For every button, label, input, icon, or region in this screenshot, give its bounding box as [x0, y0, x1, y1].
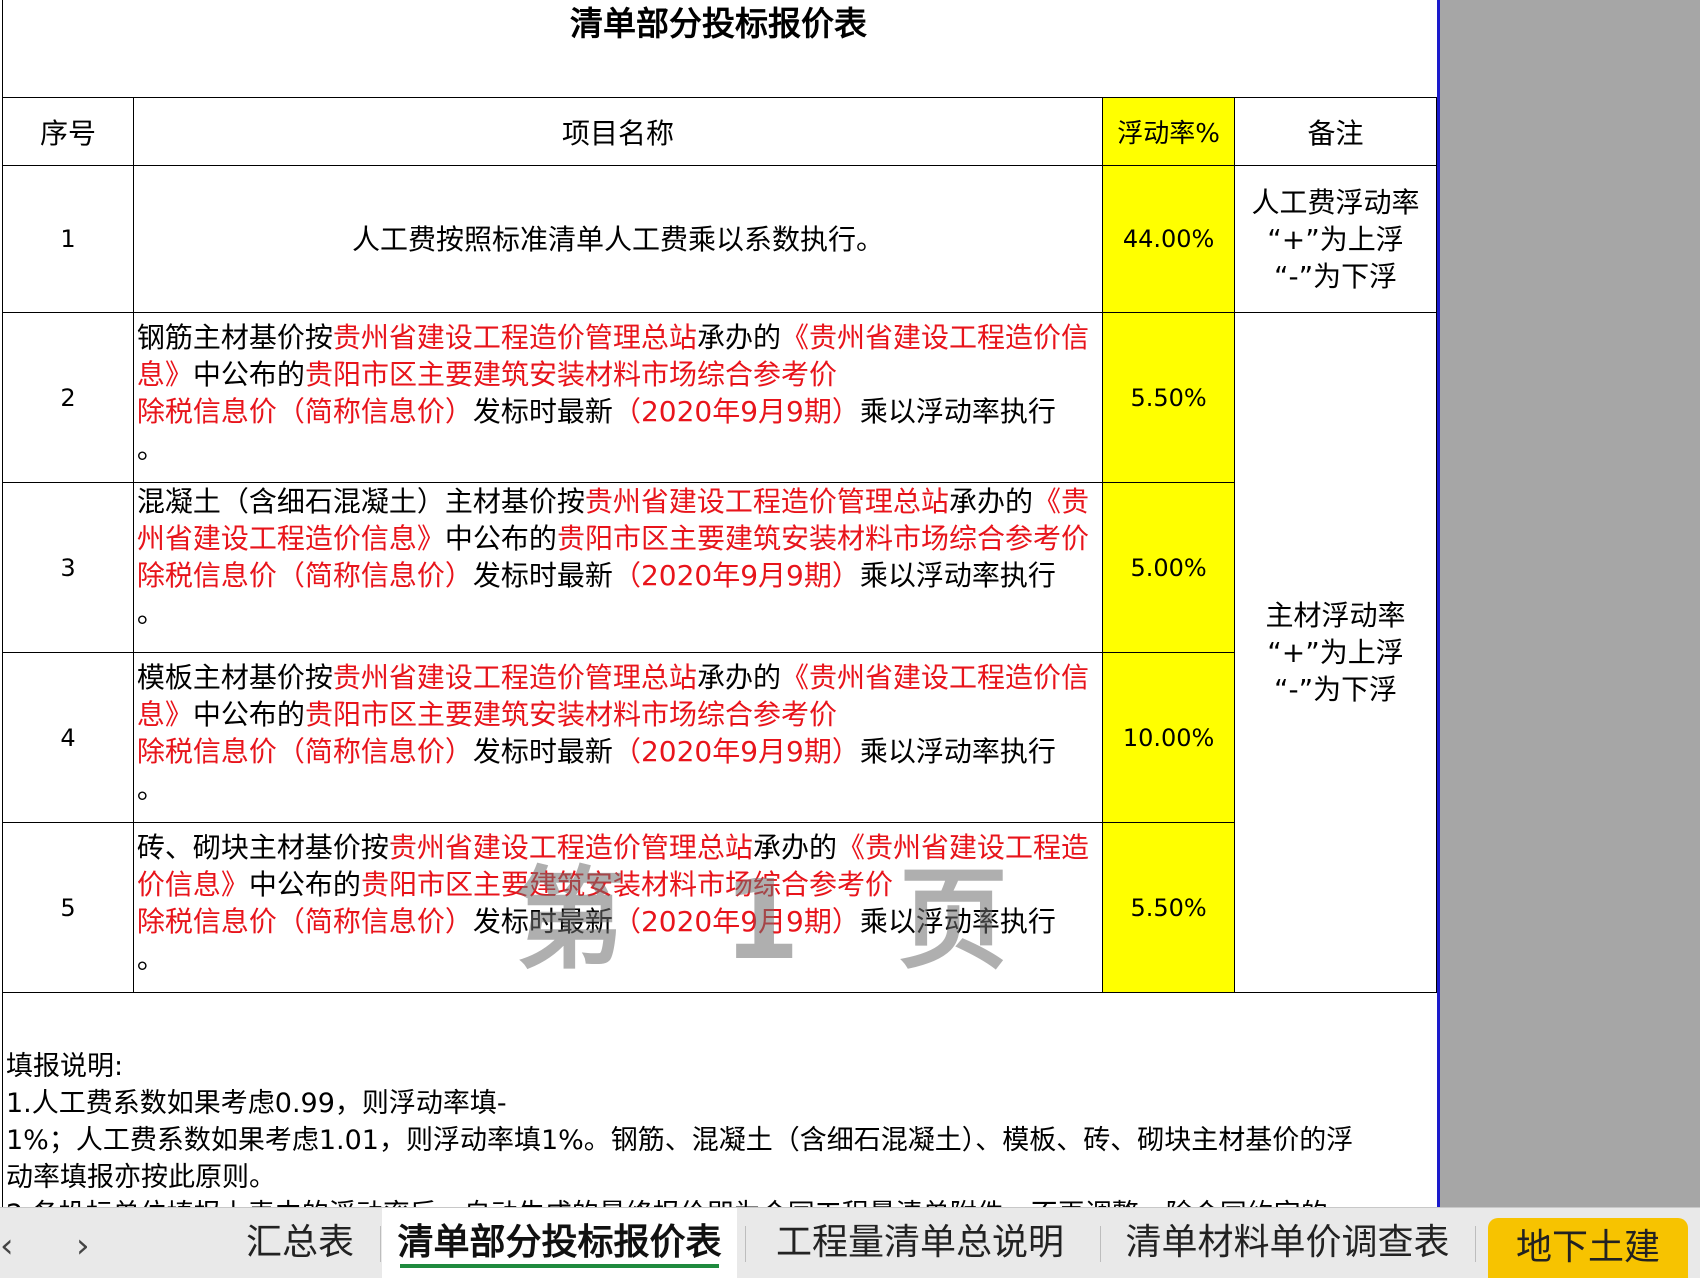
- tab-divider: [745, 1226, 746, 1262]
- highlight-text: 贵州省建设工程造价管理总站: [388, 831, 753, 864]
- body-text: 中公布的: [248, 868, 361, 901]
- body-text: 乘以浮动率执行: [859, 395, 1056, 428]
- spreadsheet-page: 清单部分投标报价表 序号 项目名称 浮动率% 备注 1 人工费按照标准清单人工费…: [0, 0, 1440, 1207]
- fill-line: 2.各投标单位填报上表中的浮动率后，自动生成的最终报价即为合同工程量清单附件，不…: [6, 1196, 1434, 1207]
- fill-heading: 填报说明:: [6, 1051, 124, 1082]
- highlight-text: （2020年9月9期）: [612, 395, 860, 428]
- table-row: 2 钢筋主材基价按贵州省建设工程造价管理总站承办的《贵州省建设工程造价信息》中公…: [2, 312, 1437, 993]
- highlight-text: 贵阳市区主要建筑安装材料市场综合参考价: [304, 358, 837, 391]
- highlight-text: （2020年9月9期）: [612, 735, 860, 768]
- quote-table: 序号 项目名称 浮动率% 备注 1 人工费按照标准清单人工费乘以系数执行。 44…: [2, 97, 1437, 993]
- row-name[interactable]: 模板主材基价按贵州省建设工程造价管理总站承办的《贵州省建设工程造价信息》中公布的…: [132, 652, 1104, 823]
- note-labor-line: “-”为下浮: [1273, 259, 1398, 293]
- tab-material-survey[interactable]: 清单材料单价调查表: [1115, 1208, 1460, 1278]
- highlight-text: 贵阳市区主要建筑安装材料市场综合参考价: [360, 868, 893, 901]
- highlight-text: 贵州省建设工程造价管理总站: [584, 485, 949, 518]
- highlight-text: 贵阳市区主要建筑安装材料市场综合参考价: [304, 698, 837, 731]
- body-text: 发标时最新: [472, 395, 613, 428]
- sheet-tab-bar: ‹ › 汇总表 清单部分投标报价表 工程量清单总说明 清单材料单价调查表 地下土…: [0, 1207, 1700, 1278]
- note-material-line: 主材浮动率: [1265, 599, 1406, 632]
- body-text: 发标时最新: [472, 735, 613, 768]
- body-text: 乘以浮动率执行: [859, 559, 1056, 592]
- note-material-line: “+”为上浮: [1267, 636, 1404, 669]
- table-row: 5 砖、砌块主材基价按贵州省建设工程造价管理总站承办的《贵州省建设工程造价信息》…: [2, 822, 1437, 993]
- highlight-text: 除税信息价（简称信息价）: [136, 559, 473, 592]
- body-text: 钢筋主材基价按: [136, 321, 333, 354]
- fill-line: 动率填报亦按此原则。: [6, 1162, 276, 1193]
- tab-divider: [380, 1226, 381, 1262]
- row-rate[interactable]: 44.00%: [1102, 165, 1236, 313]
- row-name[interactable]: 混凝土（含细石混凝土）主材基价按贵州省建设工程造价管理总站承办的《贵州省建设工程…: [132, 482, 1104, 653]
- body-text: 承办的: [696, 321, 781, 354]
- body-text: 。: [136, 942, 165, 975]
- highlight-text: 除税信息价（简称信息价）: [136, 735, 473, 768]
- body-text: 。: [136, 596, 165, 629]
- row-index[interactable]: 5: [2, 822, 134, 993]
- row-name[interactable]: 砖、砌块主材基价按贵州省建设工程造价管理总站承办的《贵州省建设工程造价信息》中公…: [132, 822, 1104, 993]
- body-text: 。: [136, 432, 165, 465]
- prev-sheet-icon[interactable]: ‹: [0, 1226, 14, 1266]
- table-row: 1 人工费按照标准清单人工费乘以系数执行。 44.00% 人工费浮动率 “+”为…: [2, 165, 1437, 313]
- fill-instructions: 填报说明: 1.人工费系数如果考虑0.99，则浮动率填- 1%；人工费系数如果考…: [6, 1048, 1434, 1207]
- body-text: 。: [136, 772, 165, 805]
- body-text: 发标时最新: [472, 905, 613, 938]
- row-rate[interactable]: 5.50%: [1102, 312, 1236, 483]
- header-rate[interactable]: 浮动率%: [1102, 97, 1236, 166]
- tab-general-notes[interactable]: 工程量清单总说明: [760, 1208, 1080, 1278]
- tab-quote-sheet[interactable]: 清单部分投标报价表: [382, 1208, 737, 1278]
- header-note[interactable]: 备注: [1234, 97, 1437, 166]
- row-index[interactable]: 1: [2, 165, 134, 313]
- body-text: 中公布的: [192, 698, 305, 731]
- row-rate[interactable]: 5.00%: [1102, 482, 1236, 653]
- note-labor[interactable]: 人工费浮动率 “+”为上浮 “-”为下浮: [1234, 165, 1437, 313]
- tab-quote-sheet-label: 清单部分投标报价表: [397, 1222, 722, 1263]
- note-labor-line: 人工费浮动率: [1251, 185, 1420, 219]
- row-name[interactable]: 人工费按照标准清单人工费乘以系数执行。: [132, 165, 1104, 313]
- highlight-text: 贵州省建设工程造价管理总站: [332, 661, 697, 694]
- page-title: 清单部分投标报价表: [570, 4, 867, 43]
- highlight-text: （2020年9月9期）: [612, 905, 860, 938]
- body-text: 承办的: [948, 485, 1033, 518]
- tab-divider: [1100, 1226, 1101, 1262]
- highlight-text: 贵州省建设工程造价管理总站: [332, 321, 697, 354]
- header-index[interactable]: 序号: [2, 97, 134, 166]
- note-material[interactable]: 主材浮动率 “+”为上浮 “-”为下浮: [1234, 312, 1437, 993]
- tab-summary[interactable]: 汇总表: [225, 1208, 375, 1278]
- row-name[interactable]: 钢筋主材基价按贵州省建设工程造价管理总站承办的《贵州省建设工程造价信息》中公布的…: [132, 312, 1104, 483]
- body-text: 砖、砌块主材基价按: [136, 831, 389, 864]
- tab-divider: [1475, 1226, 1476, 1262]
- fill-line: 1.人工费系数如果考虑0.99，则浮动率填-: [6, 1088, 507, 1119]
- tab-underground[interactable]: 地下土建: [1488, 1218, 1688, 1278]
- highlight-text: 贵阳市区主要建筑安装材料市场综合参考价: [556, 522, 1089, 555]
- row-rate[interactable]: 10.00%: [1102, 652, 1236, 823]
- body-text: 模板主材基价按: [136, 661, 333, 694]
- highlight-text: 除税信息价（简称信息价）: [136, 905, 473, 938]
- body-text: 承办的: [752, 831, 837, 864]
- table-row: 3 混凝土（含细石混凝土）主材基价按贵州省建设工程造价管理总站承办的《贵州省建设…: [2, 482, 1437, 653]
- body-text: 发标时最新: [472, 559, 613, 592]
- note-material-line: “-”为下浮: [1273, 673, 1398, 706]
- fill-line: 1%；人工费系数如果考虑1.01，则浮动率填1%。钢筋、混凝土（含细石混凝土）、…: [6, 1125, 1354, 1156]
- body-text: 混凝土（含细石混凝土）主材基价按: [136, 485, 585, 518]
- body-text: 乘以浮动率执行: [859, 735, 1056, 768]
- body-text: 承办的: [696, 661, 781, 694]
- header-name[interactable]: 项目名称: [132, 97, 1104, 166]
- highlight-text: 除税信息价（简称信息价）: [136, 395, 473, 428]
- row-index[interactable]: 3: [2, 482, 134, 653]
- row-index[interactable]: 4: [2, 652, 134, 823]
- highlight-text: （2020年9月9期）: [612, 559, 860, 592]
- body-text: 乘以浮动率执行: [859, 905, 1056, 938]
- header-row: 序号 项目名称 浮动率% 备注: [2, 97, 1437, 166]
- table-row: 4 模板主材基价按贵州省建设工程造价管理总站承办的《贵州省建设工程造价信息》中公…: [2, 652, 1437, 823]
- row-rate[interactable]: 5.50%: [1102, 822, 1236, 993]
- body-text: 中公布的: [192, 358, 305, 391]
- row-index[interactable]: 2: [2, 312, 134, 483]
- next-sheet-icon[interactable]: ›: [76, 1226, 90, 1266]
- body-text: 中公布的: [444, 522, 557, 555]
- note-labor-line: “+”为上浮: [1267, 222, 1404, 256]
- active-tab-underline: [400, 1264, 719, 1268]
